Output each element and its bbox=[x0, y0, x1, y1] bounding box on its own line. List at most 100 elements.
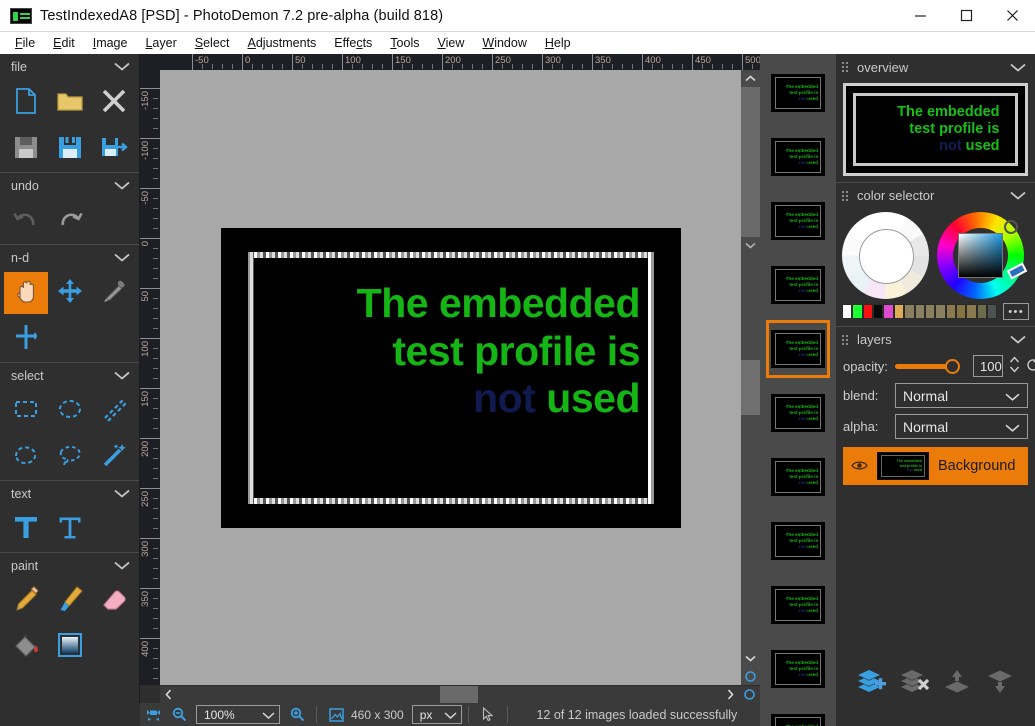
tool-group-header-n-d[interactable]: n-d bbox=[0, 244, 139, 270]
raise-layer-button[interactable] bbox=[940, 666, 974, 700]
menu-item-select[interactable]: Select bbox=[186, 34, 239, 52]
menu-item-file[interactable]: File bbox=[6, 34, 44, 52]
color-swatch[interactable] bbox=[862, 304, 874, 319]
tool-button-select-line[interactable] bbox=[92, 390, 136, 432]
close-button[interactable] bbox=[989, 0, 1035, 32]
tool-button-color-picker[interactable] bbox=[92, 272, 136, 314]
opacity-reset-icon[interactable] bbox=[1026, 358, 1035, 375]
horizontal-ruler[interactable]: -50 0 50 100 150 200 250 300 350 400 450 500 bbox=[160, 54, 760, 70]
layer-list-item[interactable]: The embedded test profile is not used Backg… bbox=[843, 447, 1028, 485]
menu-item-help[interactable]: Help bbox=[536, 34, 580, 52]
saturation-value-square[interactable] bbox=[958, 233, 1003, 278]
tool-button-select-ellipse[interactable] bbox=[48, 390, 92, 432]
hue-ring-picker[interactable] bbox=[937, 212, 1028, 299]
vertical-ruler[interactable]: -150-100-50050100150200250300350400450 bbox=[140, 70, 160, 685]
overview-thumbnail[interactable]: The embedded test profile is not used bbox=[843, 83, 1028, 176]
open-images-thumbnail-strip[interactable]: The embedded test profile is not used The e… bbox=[760, 54, 836, 726]
tool-button-open-image[interactable] bbox=[48, 82, 92, 124]
tool-button-measure[interactable] bbox=[4, 318, 48, 360]
chevron-down-icon[interactable] bbox=[1010, 188, 1035, 203]
thumbnail-item[interactable]: The embeddedtest profile isnot used bbox=[766, 64, 830, 122]
image-document[interactable]: The embedded test profile is not used bbox=[221, 228, 681, 528]
thumbnail-item[interactable]: The embeddedtest profile isnot used bbox=[766, 256, 830, 314]
zoom-out-button[interactable] bbox=[166, 703, 192, 726]
scroll-thumb-vertical[interactable] bbox=[741, 87, 760, 237]
color-swatch[interactable] bbox=[976, 304, 988, 319]
thumbnail-item[interactable]: The embeddedtest profile isnot used bbox=[766, 128, 830, 186]
menu-item-effects[interactable]: Effects bbox=[325, 34, 381, 52]
tool-group-header-file[interactable]: file bbox=[0, 54, 139, 80]
tool-button-paintbrush[interactable] bbox=[48, 580, 92, 622]
color-selector-panel-header[interactable]: color selector bbox=[836, 182, 1035, 208]
opacity-slider[interactable] bbox=[895, 356, 967, 376]
tool-button-save-as-image[interactable] bbox=[48, 128, 92, 170]
thumbnail-item[interactable]: The embeddedtest profile isnot used bbox=[766, 640, 830, 698]
layers-panel-header[interactable]: layers bbox=[836, 326, 1035, 352]
color-swatch[interactable] bbox=[945, 304, 956, 319]
thumbnail-item[interactable]: The embeddedtest profile isnot used bbox=[766, 512, 830, 570]
color-swatch[interactable] bbox=[987, 304, 998, 319]
canvas-horizontal-scrollbar[interactable] bbox=[160, 686, 760, 703]
scroll-right-icon[interactable] bbox=[722, 686, 739, 703]
tool-group-header-text[interactable]: text bbox=[0, 480, 139, 506]
tool-button-select-magic-wand[interactable] bbox=[92, 436, 136, 478]
menu-item-view[interactable]: View bbox=[428, 34, 473, 52]
tool-button-move-size[interactable] bbox=[48, 272, 92, 314]
tool-button-paint-bucket[interactable] bbox=[4, 626, 48, 668]
blend-mode-dropdown[interactable]: Normal bbox=[895, 383, 1028, 408]
canvas-vertical-scrollbar[interactable] bbox=[741, 70, 760, 685]
minimize-button[interactable] bbox=[897, 0, 943, 32]
tool-button-gradient[interactable] bbox=[48, 626, 92, 668]
color-swatch[interactable] bbox=[842, 304, 853, 319]
alpha-mode-dropdown[interactable]: Normal bbox=[895, 414, 1028, 439]
color-swatch[interactable] bbox=[935, 304, 946, 319]
more-colors-button[interactable]: ••• bbox=[1003, 303, 1030, 320]
thumbnail-item[interactable]: The embeddedtest profile isnot used bbox=[766, 448, 830, 506]
tool-button-text-advanced[interactable] bbox=[48, 508, 92, 550]
scroll-down-icon[interactable] bbox=[741, 650, 760, 667]
menu-item-tools[interactable]: Tools bbox=[381, 34, 428, 52]
chevron-down-icon[interactable] bbox=[114, 251, 130, 265]
tool-group-header-select[interactable]: select bbox=[0, 362, 139, 388]
tool-button-text-basic[interactable] bbox=[4, 508, 48, 550]
color-swatch[interactable] bbox=[955, 304, 967, 319]
layer-visibility-eye-icon[interactable] bbox=[851, 459, 868, 474]
scroll-target-horizontal-icon[interactable] bbox=[741, 686, 758, 703]
tool-button-undo[interactable] bbox=[4, 200, 48, 242]
thumbnail-item[interactable]: The embeddedtest profile isnot used bbox=[766, 576, 830, 634]
tool-button-eraser[interactable] bbox=[92, 580, 136, 622]
chevron-down-icon[interactable] bbox=[114, 559, 130, 573]
tool-button-hand-pan[interactable] bbox=[4, 272, 48, 314]
color-swatch[interactable] bbox=[924, 304, 936, 319]
thumbnail-item[interactable]: The embeddedtest profile isnot used bbox=[766, 704, 830, 726]
menu-item-edit[interactable]: Edit bbox=[44, 34, 84, 52]
tool-group-header-paint[interactable]: paint bbox=[0, 552, 139, 578]
tool-button-select-polygon[interactable] bbox=[4, 436, 48, 478]
color-swatch[interactable] bbox=[914, 304, 925, 319]
zoom-in-button[interactable] bbox=[284, 703, 310, 726]
add-layer-button[interactable] bbox=[854, 666, 888, 700]
tool-button-pencil[interactable] bbox=[4, 580, 48, 622]
tool-button-new-image[interactable] bbox=[4, 82, 48, 124]
opacity-value-input[interactable]: 100 bbox=[973, 355, 1003, 377]
thumbnail-item[interactable]: The embeddedtest profile isnot used bbox=[766, 384, 830, 442]
hue-ring-handle[interactable] bbox=[1004, 220, 1018, 234]
chevron-down-icon[interactable] bbox=[1010, 60, 1035, 75]
menu-item-layer[interactable]: Layer bbox=[136, 34, 185, 52]
lower-layer-button[interactable] bbox=[983, 666, 1017, 700]
color-swatch[interactable] bbox=[904, 304, 915, 319]
tool-button-save-image[interactable] bbox=[4, 128, 48, 170]
menu-item-window[interactable]: Window bbox=[473, 34, 535, 52]
scroll-down-half-icon[interactable] bbox=[741, 237, 760, 254]
thumbnail-item[interactable]: The embeddedtest profile isnot used bbox=[766, 192, 830, 250]
tool-button-export-image[interactable] bbox=[92, 128, 136, 170]
menu-item-image[interactable]: Image bbox=[84, 34, 137, 52]
scroll-target-icon[interactable] bbox=[741, 668, 760, 685]
scroll-thumb-horizontal[interactable] bbox=[440, 686, 478, 703]
menu-item-adjustments[interactable]: Adjustments bbox=[239, 34, 326, 52]
canvas-area[interactable]: The embedded test profile is not used bbox=[160, 70, 741, 685]
tool-button-redo[interactable] bbox=[48, 200, 92, 242]
color-swatch[interactable] bbox=[966, 304, 977, 319]
delete-layer-button[interactable] bbox=[897, 666, 931, 700]
overview-panel-header[interactable]: overview bbox=[836, 54, 1035, 80]
